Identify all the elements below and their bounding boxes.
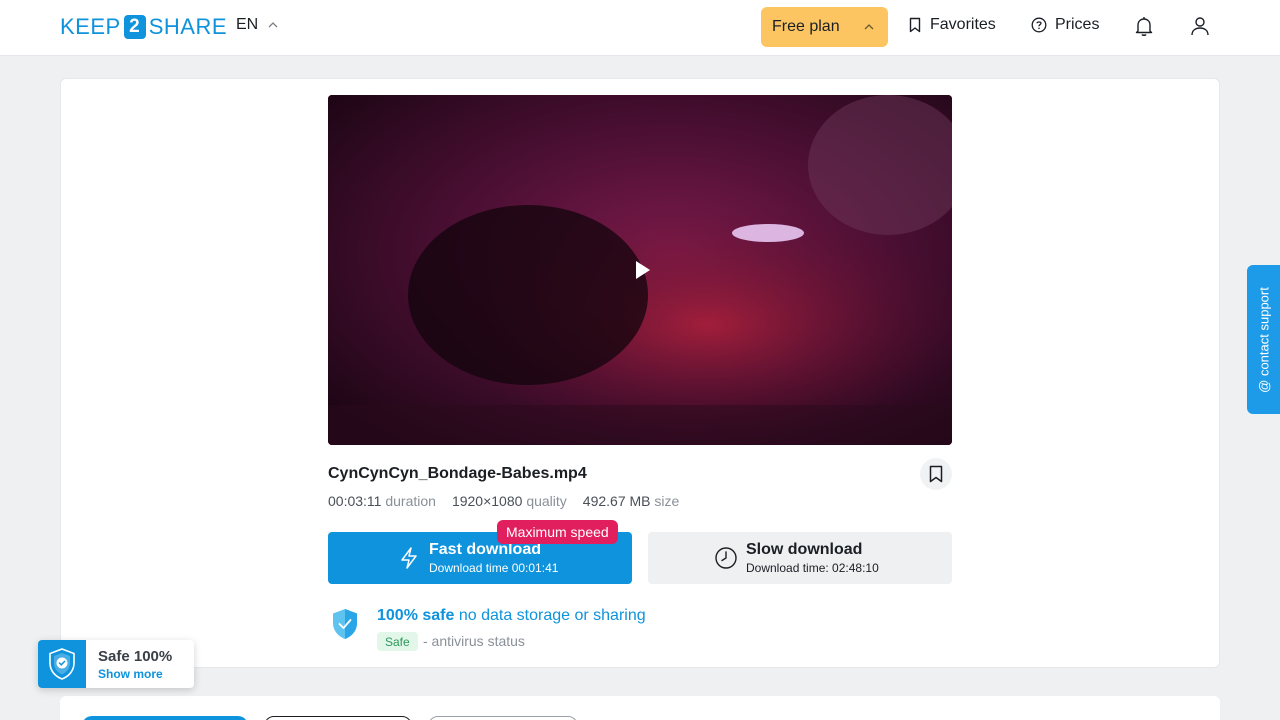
duration-unit: duration <box>385 493 436 509</box>
tab-pill-2[interactable] <box>264 716 412 720</box>
shield-check-icon <box>333 609 357 639</box>
file-meta: 00:03:11 duration 1920×1080 quality 492.… <box>328 493 679 509</box>
plan-label: Free plan <box>772 18 840 35</box>
favorites-link[interactable]: Favorites <box>908 16 996 34</box>
favorites-label: Favorites <box>930 16 996 33</box>
bookmark-icon <box>929 465 943 483</box>
contact-support-button[interactable]: @ contact support <box>1247 265 1280 414</box>
bookmark-icon <box>909 17 921 33</box>
safe-widget-icon-area <box>38 640 86 688</box>
lightning-icon <box>401 547 417 569</box>
quality-meta: 1920×1080 quality <box>452 493 567 509</box>
duration-meta: 00:03:11 duration <box>328 493 436 509</box>
plan-button[interactable]: Free plan <box>761 7 888 47</box>
language-selector[interactable]: EN <box>236 16 278 34</box>
file-name: CynCynCyn_Bondage-Babes.mp4 <box>328 465 587 482</box>
slow-download-button[interactable]: Slow download Download time: 02:48:10 <box>648 532 952 584</box>
antivirus-badge: Safe <box>377 632 418 651</box>
safety-headline: 100% safe no data storage or sharing <box>377 607 646 625</box>
bell-icon[interactable] <box>1132 14 1156 38</box>
size-meta: 492.67 MB size <box>583 493 680 509</box>
contact-support-label: @ contact support <box>1256 286 1271 393</box>
prices-label: Prices <box>1055 16 1100 33</box>
antivirus-status: - antivirus status <box>423 633 525 649</box>
logo-text-right: SHARE <box>148 14 227 39</box>
size-unit: size <box>654 493 680 509</box>
logo-text-left: KEEP <box>60 14 121 39</box>
play-icon[interactable] <box>632 260 652 280</box>
quality-value: 1920×1080 <box>451 493 523 509</box>
help-circle-icon <box>1031 17 1047 33</box>
language-label: EN <box>236 16 259 33</box>
size-value: 492.67 MB <box>582 493 651 509</box>
chevron-up-icon <box>864 24 874 30</box>
logo-text-mid: 2 <box>123 15 146 39</box>
add-favorite-button[interactable] <box>920 458 952 490</box>
fast-download-time: Download time 00:01:41 <box>429 561 559 575</box>
site-logo[interactable]: KEEP 2 SHARE <box>60 14 227 40</box>
duration-value: 00:03:11 <box>328 493 382 509</box>
tab-pill-1[interactable] <box>82 716 248 720</box>
tab-pill-3[interactable] <box>428 716 578 720</box>
prices-link[interactable]: Prices <box>1031 16 1099 34</box>
user-icon[interactable] <box>1188 14 1212 38</box>
chevron-up-icon <box>268 22 278 28</box>
shield-check-icon <box>49 648 75 680</box>
clock-icon <box>715 547 737 569</box>
slow-download-title: Slow download <box>746 541 863 558</box>
safety-headline-strong: 100% safe <box>377 607 455 624</box>
max-speed-badge: Maximum speed <box>497 520 618 544</box>
safe-widget-title: Safe 100% <box>98 648 173 665</box>
safety-headline-rest: no data storage or sharing <box>458 607 646 624</box>
quality-unit: quality <box>526 493 567 509</box>
show-more-link[interactable]: Show more <box>98 667 163 681</box>
top-header: KEEP 2 SHARE EN Free plan Favorites Prices <box>0 0 1280 56</box>
safe-widget[interactable]: Safe 100% Show more <box>38 640 194 688</box>
slow-download-time: Download time: 02:48:10 <box>746 561 879 575</box>
